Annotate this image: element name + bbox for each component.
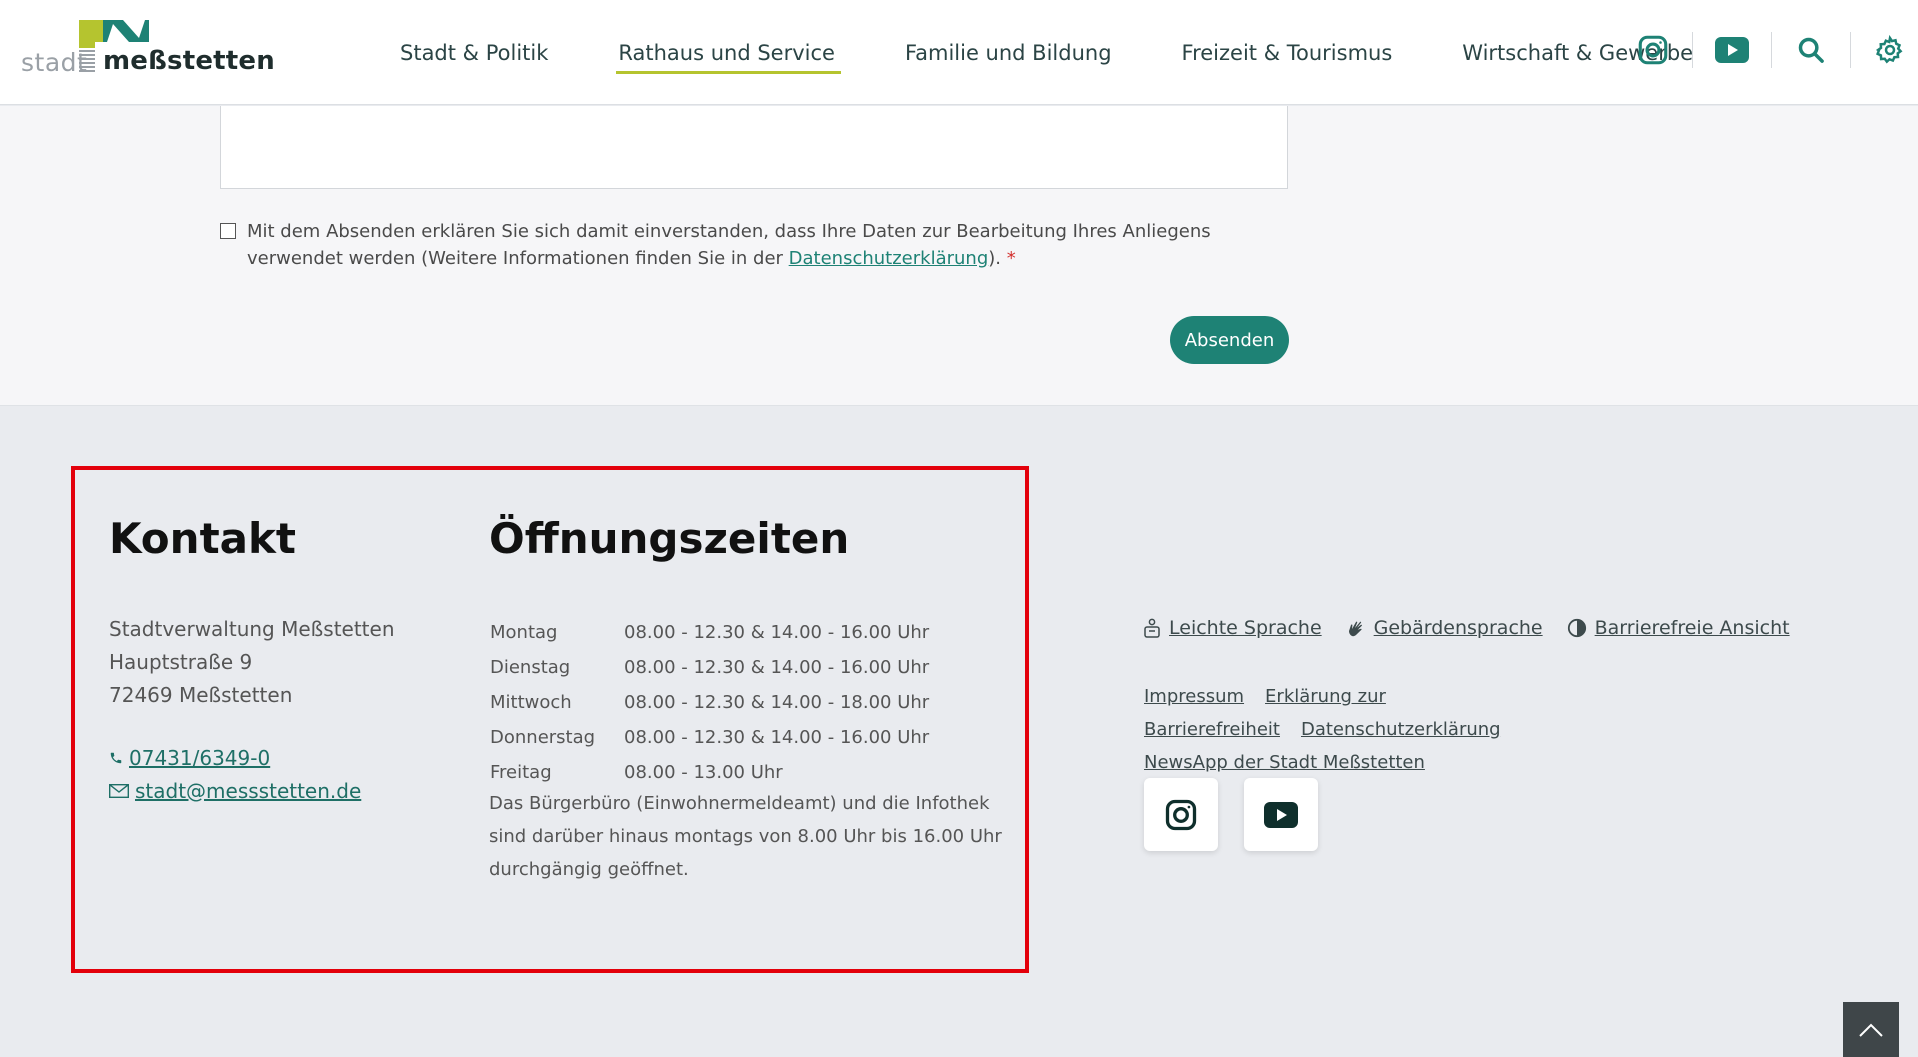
divider [1692,32,1693,68]
search-icon[interactable] [1791,30,1831,70]
contact-heading: Kontakt [109,514,296,563]
hours-day: Donnerstag [490,727,596,748]
email-address: stadt@messstetten.de [135,779,362,803]
logo-name: meßstetten [103,46,275,76]
gear-icon[interactable] [1870,30,1910,70]
accessible-view-link[interactable]: Barrierefreie Ansicht [1567,617,1790,639]
hours-row: Dienstag 08.00 - 12.30 & 14.00 - 16.00 Uh… [490,650,929,685]
footer-instagram-button[interactable] [1144,778,1218,851]
consent-row: Mit dem Absenden erklären Sie sich damit… [220,218,1300,272]
phone-icon [109,751,123,765]
opening-hours-table: Montag 08.00 - 12.30 & 14.00 - 16.00 Uhr … [490,615,929,790]
legal-links: Impressum Erklärung zur Barrierefreiheit D… [1144,680,1744,779]
address-line: Hauptstraße 9 [109,650,253,674]
email-link[interactable]: stadt@messstetten.de [109,779,361,803]
instagram-icon [1165,799,1197,830]
hours-time: 08.00 - 12.30 & 14.00 - 18.00 Uhr [624,692,930,713]
accessibility-links: Leichte Sprache Gebärdensprache Barriere… [1143,617,1814,639]
site-logo[interactable]: stadt meßstetten [21,20,275,80]
privacy-policy-link[interactable]: Datenschutzerklärung [1301,719,1501,740]
consent-text-end: ). [988,248,1002,269]
phone-number: 07431/6349-0 [129,746,271,770]
main-nav: Stadt & Politik Rathaus und Service Fami… [400,0,1763,105]
consent-checkbox[interactable] [220,223,236,239]
required-mark: * [1006,248,1016,269]
accessible-view-label: Barrierefreie Ansicht [1594,617,1790,639]
sign-language-link[interactable]: Gebärdensprache [1346,617,1543,639]
hours-time: 08.00 - 12.30 & 14.00 - 16.00 Uhr [624,727,930,748]
logo-prefix: stadt [21,48,88,77]
divider [1771,32,1772,68]
submit-button[interactable]: Absenden [1170,316,1289,364]
hours-time: 08.00 - 12.30 & 14.00 - 16.00 Uhr [624,657,930,678]
contrast-icon [1567,618,1587,638]
scroll-to-top-button[interactable] [1843,1002,1899,1057]
instagram-icon[interactable] [1633,30,1673,70]
youtube-icon [1264,801,1298,828]
divider [1850,32,1851,68]
hours-row: Freitag 08.00 - 13.00 Uhr [490,755,929,790]
chevron-up-icon [1859,1023,1883,1037]
easy-language-icon [1143,618,1161,638]
contact-address: Stadtverwaltung Meßstetten Hauptstraße 9… [109,613,395,712]
hours-row: Mittwoch 08.00 - 12.30 & 14.00 - 18.00 Uh… [490,685,929,720]
hours-note: Das Bürgerbüro (Einwohnermeldeamt) und d… [489,793,1002,880]
hours-time: 08.00 - 13.00 Uhr [624,762,783,783]
phone-link[interactable]: 07431/6349-0 [109,746,270,770]
youtube-icon[interactable] [1712,30,1752,70]
consent-text: Mit dem Absenden erklären Sie sich damit… [247,221,1211,269]
newsapp-link[interactable]: NewsApp der Stadt Meßstetten [1144,752,1425,773]
hours-time: 08.00 - 12.30 & 14.00 - 16.00 Uhr [624,622,930,643]
hours-row: Montag 08.00 - 12.30 & 14.00 - 16.00 Uhr [490,615,929,650]
nav-item-stadt-politik[interactable]: Stadt & Politik [400,41,548,65]
imprint-link[interactable]: Impressum [1144,686,1244,707]
nav-item-rathaus-service[interactable]: Rathaus und Service [616,41,841,74]
hours-row: Donnerstag 08.00 - 12.30 & 14.00 - 16.00 … [490,720,929,755]
message-textarea[interactable] [220,106,1288,189]
hours-day: Montag [490,622,558,643]
easy-language-label: Leichte Sprache [1169,617,1322,639]
contact-form-section: Mit dem Absenden erklären Sie sich damit… [0,106,1918,406]
site-header: stadt meßstetten Stadt & Politik Rathaus… [0,0,1918,105]
sign-language-label: Gebärdensprache [1373,617,1543,639]
address-line: 72469 Meßstetten [109,683,293,707]
privacy-link[interactable]: Datenschutzerklärung [789,248,989,269]
mail-icon [109,784,129,798]
consent-label: Mit dem Absenden erklären Sie sich damit… [220,218,1300,272]
easy-language-link[interactable]: Leichte Sprache [1143,617,1322,639]
hours-heading: Öffnungszeiten [489,514,850,563]
hours-day: Dienstag [490,657,571,678]
header-icons [1633,30,1910,70]
footer-youtube-button[interactable] [1244,778,1318,851]
sign-language-icon [1346,618,1366,638]
address-line: Stadtverwaltung Meßstetten [109,617,395,641]
nav-item-familie-bildung[interactable]: Familie und Bildung [905,41,1112,65]
nav-item-freizeit-tourismus[interactable]: Freizeit & Tourismus [1182,41,1393,65]
hours-day: Freitag [490,762,552,783]
hours-day: Mittwoch [490,692,572,713]
